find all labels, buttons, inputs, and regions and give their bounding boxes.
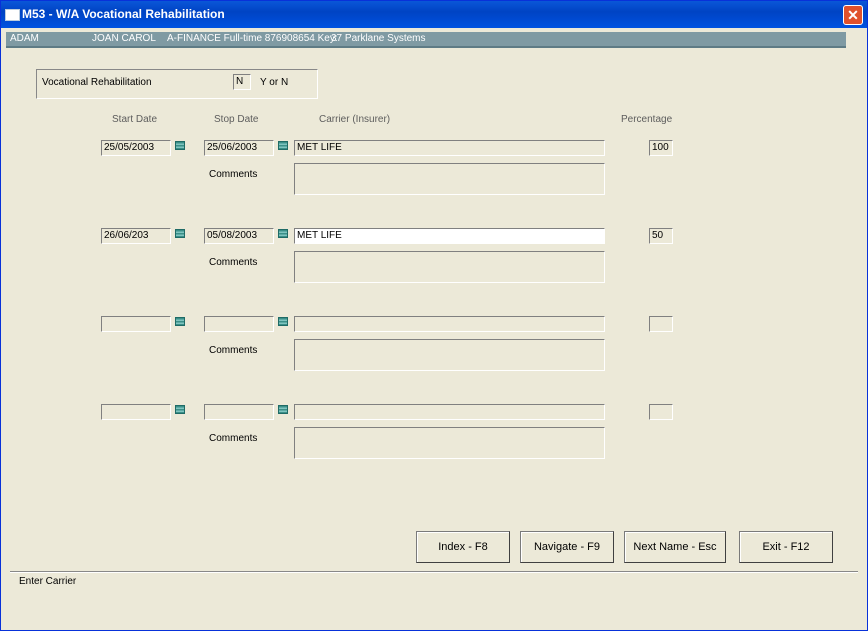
comments-label: Comments bbox=[209, 169, 258, 180]
calendar-icon[interactable] bbox=[278, 229, 288, 238]
carrier-field[interactable] bbox=[294, 316, 605, 332]
comments-field[interactable] bbox=[294, 339, 605, 371]
percentage-field[interactable]: 50 bbox=[649, 228, 673, 244]
employee-info-bar: ADAM JOAN CAROL A-FINANCE Full-time 8769… bbox=[6, 32, 846, 48]
window-icon bbox=[5, 9, 20, 21]
start-date-field[interactable] bbox=[101, 316, 171, 332]
stop-date-field[interactable]: 05/08/2003 bbox=[204, 228, 274, 244]
calendar-icon[interactable] bbox=[175, 405, 185, 414]
calendar-icon[interactable] bbox=[278, 405, 288, 414]
window-title: M53 - W/A Vocational Rehabilitation bbox=[22, 7, 225, 21]
comments-field[interactable] bbox=[294, 163, 605, 195]
calendar-icon[interactable] bbox=[278, 317, 288, 326]
comments-label: Comments bbox=[209, 257, 258, 268]
vocational-rehab-hint: Y or N bbox=[260, 77, 289, 88]
percentage-field[interactable] bbox=[649, 404, 673, 420]
percentage-field[interactable]: 100 bbox=[649, 140, 673, 156]
start-date-field[interactable] bbox=[101, 404, 171, 420]
comments-label: Comments bbox=[209, 345, 258, 356]
carrier-field-active[interactable]: MET LIFE bbox=[294, 228, 605, 244]
vocational-rehab-field[interactable]: N bbox=[233, 74, 251, 90]
index-button[interactable]: Index - F8 bbox=[416, 531, 510, 563]
comments-label: Comments bbox=[209, 433, 258, 444]
start-date-field[interactable]: 26/06/203 bbox=[101, 228, 171, 244]
app-window: M53 - W/A Vocational Rehabilitation ✕ AD… bbox=[0, 0, 868, 631]
comments-field[interactable] bbox=[294, 251, 605, 283]
close-button[interactable]: ✕ bbox=[843, 5, 863, 25]
stop-date-field[interactable]: 25/06/2003 bbox=[204, 140, 274, 156]
stop-date-field[interactable] bbox=[204, 404, 274, 420]
employee-last-name: ADAM bbox=[10, 33, 39, 44]
employee-details: A-FINANCE Full-time 876908654 Key: bbox=[167, 33, 338, 44]
employee-key-value: 37 Parklane Systems bbox=[331, 33, 426, 44]
header-start-date: Start Date bbox=[112, 114, 158, 125]
carrier-field[interactable] bbox=[294, 404, 605, 420]
comments-field[interactable] bbox=[294, 427, 605, 459]
header-stop-date: Stop Date bbox=[214, 114, 259, 125]
title-bar: M53 - W/A Vocational Rehabilitation ✕ bbox=[1, 1, 867, 28]
employee-first-name: JOAN CAROL bbox=[92, 33, 156, 44]
calendar-icon[interactable] bbox=[175, 229, 185, 238]
header-percentage: Percentage bbox=[621, 114, 673, 125]
navigate-button[interactable]: Navigate - F9 bbox=[520, 531, 614, 563]
status-text: Enter Carrier bbox=[19, 576, 77, 587]
vocational-rehab-label: Vocational Rehabilitation bbox=[42, 77, 152, 88]
calendar-icon[interactable] bbox=[175, 141, 185, 150]
calendar-icon[interactable] bbox=[175, 317, 185, 326]
carrier-field[interactable]: MET LIFE bbox=[294, 140, 605, 156]
next-name-button[interactable]: Next Name - Esc bbox=[624, 531, 726, 563]
exit-button[interactable]: Exit - F12 bbox=[739, 531, 833, 563]
percentage-field[interactable] bbox=[649, 316, 673, 332]
status-separator bbox=[10, 571, 858, 573]
start-date-field[interactable]: 25/05/2003 bbox=[101, 140, 171, 156]
stop-date-field[interactable] bbox=[204, 316, 274, 332]
header-carrier: Carrier (Insurer) bbox=[319, 114, 391, 125]
calendar-icon[interactable] bbox=[278, 141, 288, 150]
